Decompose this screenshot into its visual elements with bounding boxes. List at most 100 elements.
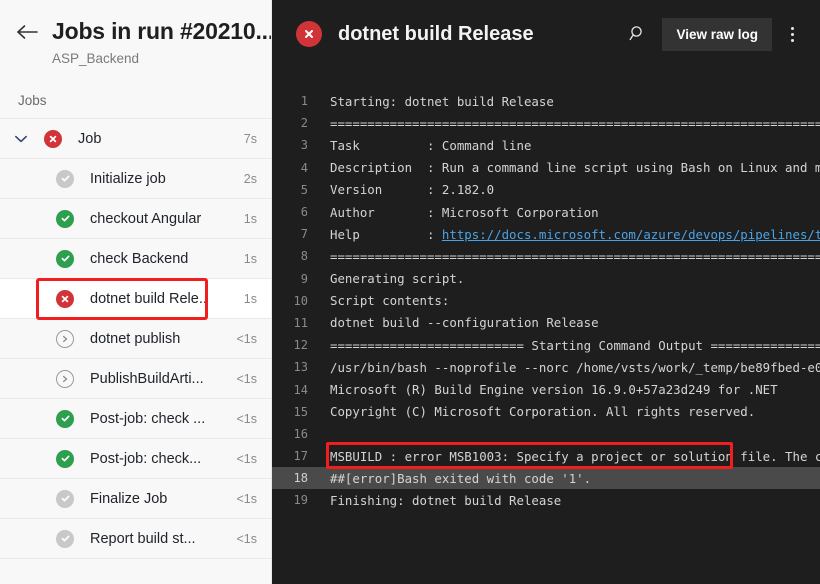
log-line-text: Copyright (C) Microsoft Corporation. All… xyxy=(330,404,756,420)
job-label: Post-job: check... xyxy=(90,450,202,467)
job-label: Report build st... xyxy=(90,530,196,547)
log-line-number: 3 xyxy=(300,138,308,153)
log-line-text: Help : https://docs.microsoft.com/azure/… xyxy=(318,227,820,242)
log-line-number: 18 xyxy=(293,471,308,486)
job-row[interactable]: check Backend 1s xyxy=(0,239,271,280)
log-line-text: dotnet build --configuration Release xyxy=(330,315,599,331)
search-icon[interactable] xyxy=(622,18,654,50)
jobs-list: Job 7s Initialize job 2s checkout Angular 1s c… xyxy=(0,118,271,560)
status-icon-succeeded xyxy=(56,249,74,268)
log-line-number: 17 xyxy=(293,449,308,464)
job-row[interactable]: Post-job: check ... <1s xyxy=(0,399,271,440)
more-options-icon[interactable] xyxy=(778,18,806,50)
status-icon-pending xyxy=(56,329,74,348)
jobs-section-label: Jobs xyxy=(18,93,47,109)
status-icon-succeeded xyxy=(56,209,74,228)
log-line-text: ========================== Starting Comm… xyxy=(330,337,820,353)
job-label: Initialize job xyxy=(90,170,166,187)
log-line-text: Microsoft (R) Build Engine version 16.9.… xyxy=(330,382,778,398)
job-duration: <1s xyxy=(236,491,257,506)
job-row[interactable]: Job 7s xyxy=(0,119,271,160)
log-line-number: 11 xyxy=(293,315,308,330)
log-line-text: ##[error]Bash exited with code '1'. xyxy=(330,470,592,486)
log-line-text: Description : Run a command line script … xyxy=(330,160,820,176)
job-label: Post-job: check ... xyxy=(90,410,206,427)
log-line-number: 5 xyxy=(300,182,308,197)
log-line: 7 Help : https://docs.microsoft.com/azure… xyxy=(272,223,820,245)
log-line: 15 Copyright (C) Microsoft Corporation. A… xyxy=(272,401,820,423)
jobs-sidebar: Jobs in run #20210... ASP_Backend Jobs J… xyxy=(0,0,272,584)
log-line: 13/usr/bin/bash --noprofile --norc /home… xyxy=(272,356,820,378)
job-row[interactable]: dotnet build Rele.. 1s xyxy=(0,279,271,320)
log-content[interactable]: 1 Starting: dotnet build Release 2 ========… xyxy=(272,90,820,584)
log-line-text: Script contents: xyxy=(330,293,450,309)
job-duration: 1s xyxy=(243,251,257,266)
log-line-text: ========================================… xyxy=(330,248,820,264)
log-line: 5 Version : 2.182.0 xyxy=(272,179,820,201)
log-line: 4 Description : Run a command line script… xyxy=(272,157,820,179)
log-line-number: 8 xyxy=(300,249,308,264)
log-line-number: 1 xyxy=(300,94,308,109)
job-label: Finalize Job xyxy=(90,490,168,507)
error-status-icon xyxy=(296,21,322,47)
log-line-number: 7 xyxy=(300,227,308,242)
back-arrow-icon[interactable] xyxy=(14,19,40,45)
pipeline-subtitle: ASP_Backend xyxy=(52,50,140,66)
job-label: checkout Angular xyxy=(90,210,202,227)
status-icon-pending xyxy=(56,369,74,388)
log-header: dotnet build Release View raw log xyxy=(272,0,820,68)
log-panel: dotnet build Release View raw log 1 Start… xyxy=(272,0,820,584)
log-line-text: Generating script. xyxy=(330,271,465,287)
log-line-number: 19 xyxy=(293,493,308,508)
job-duration: 2s xyxy=(243,171,257,186)
log-line-number: 12 xyxy=(293,338,308,353)
status-icon-failed xyxy=(44,129,62,148)
view-raw-log-button[interactable]: View raw log xyxy=(662,17,772,51)
status-icon-skipped xyxy=(56,529,74,548)
job-label: dotnet build Rele.. xyxy=(90,290,207,307)
log-line: 6 Author : Microsoft Corporation xyxy=(272,201,820,223)
log-line: 10 Script contents: xyxy=(272,290,820,312)
log-line-number: 4 xyxy=(300,160,308,175)
job-row[interactable]: dotnet publish <1s xyxy=(0,319,271,360)
job-duration: <1s xyxy=(236,451,257,466)
chevron-down-icon[interactable] xyxy=(6,134,36,144)
job-row[interactable]: Report build st... <1s xyxy=(0,519,271,560)
job-row[interactable]: checkout Angular 1s xyxy=(0,199,271,240)
job-label: check Backend xyxy=(90,250,189,267)
job-duration: <1s xyxy=(236,411,257,426)
log-line: 1 Starting: dotnet build Release xyxy=(272,90,820,112)
log-line: 9 Generating script. xyxy=(272,268,820,290)
log-line: 18 ##[error]Bash exited with code '1'. xyxy=(272,467,820,490)
job-duration: <1s xyxy=(236,531,257,546)
job-row[interactable]: Post-job: check... <1s xyxy=(0,439,271,480)
log-line: 14 Microsoft (R) Build Engine version 16.… xyxy=(272,378,820,400)
log-line: 19 Finishing: dotnet build Release xyxy=(272,489,820,511)
log-line: 17 MSBUILD : error MSB1003: Specify a pro… xyxy=(272,445,820,467)
status-icon-failed xyxy=(56,289,74,308)
log-line: 8 =======================================… xyxy=(272,245,820,267)
job-label: Job xyxy=(78,130,102,147)
log-line-text: Author : Microsoft Corporation xyxy=(330,204,599,220)
log-line-text: Version : 2.182.0 xyxy=(330,182,495,198)
status-icon-skipped xyxy=(56,489,74,508)
log-line-number: 6 xyxy=(300,205,308,220)
status-icon-succeeded xyxy=(56,449,74,468)
log-line-text: Finishing: dotnet build Release xyxy=(330,492,562,508)
job-row[interactable]: Finalize Job <1s xyxy=(0,479,271,520)
log-line-text: Task : Command line xyxy=(330,137,532,153)
job-row[interactable]: Initialize job 2s xyxy=(0,159,271,200)
job-label: PublishBuildArti... xyxy=(90,370,204,387)
job-label: dotnet publish xyxy=(90,330,181,347)
log-line-text: ========================================… xyxy=(330,115,820,131)
help-url-link[interactable]: https://docs.microsoft.com/azure/devops/… xyxy=(442,227,820,242)
log-title: dotnet build Release xyxy=(338,22,534,45)
log-line-number: 2 xyxy=(300,116,308,131)
log-line-prefix: Help : xyxy=(330,226,442,242)
job-duration: 1s xyxy=(243,291,257,306)
page-title: Jobs in run #20210... xyxy=(52,18,272,44)
log-line: 2 =======================================… xyxy=(272,112,820,134)
job-row[interactable]: PublishBuildArti... <1s xyxy=(0,359,271,400)
log-line-number: 16 xyxy=(293,426,308,441)
log-line-number: 14 xyxy=(293,382,308,397)
